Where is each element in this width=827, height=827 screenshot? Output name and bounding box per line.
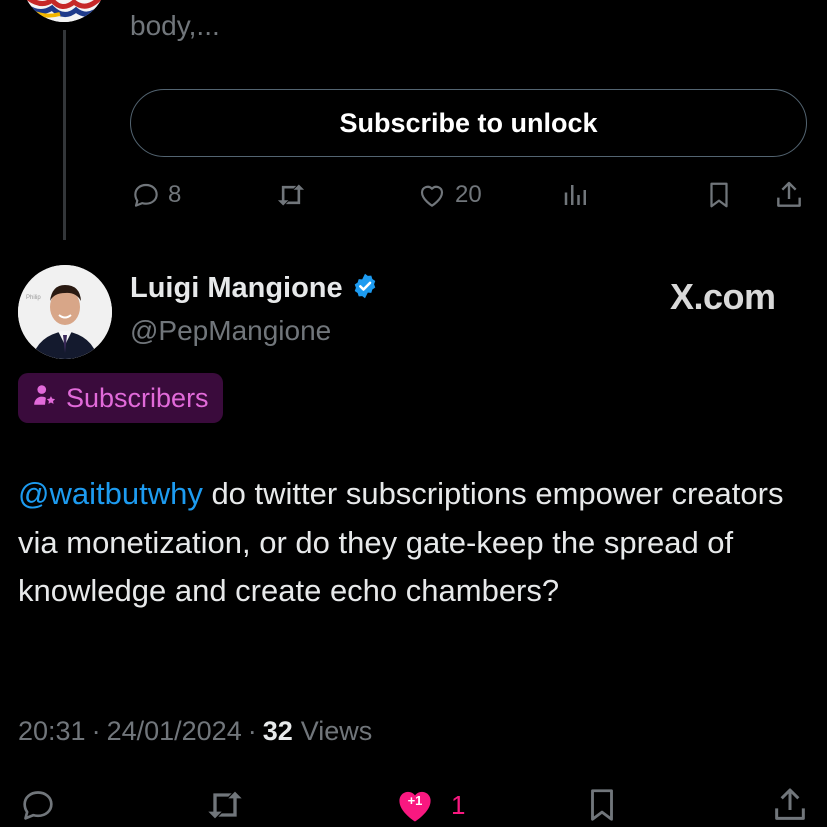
main-bookmark-button[interactable] bbox=[583, 785, 621, 825]
meta-separator: · bbox=[247, 716, 257, 746]
mention-link[interactable]: @waitbutwhy bbox=[18, 476, 203, 511]
like-count: 20 bbox=[455, 181, 482, 208]
bookmark-icon bbox=[583, 785, 621, 825]
main-reply-button[interactable] bbox=[18, 785, 58, 825]
share-icon bbox=[770, 785, 810, 825]
views-label: Views bbox=[300, 716, 373, 746]
previous-post-text: body,... bbox=[130, 10, 220, 41]
thread-connector-line bbox=[63, 30, 66, 240]
tweet-text: @waitbutwhy do twitter subscriptions emp… bbox=[18, 470, 808, 616]
like-plus-one: +1 bbox=[407, 793, 423, 808]
author-handle[interactable]: @PepMangione bbox=[130, 315, 331, 347]
retweet-icon bbox=[274, 179, 308, 211]
reply-button[interactable]: 8 bbox=[130, 179, 181, 211]
verified-badge-icon bbox=[351, 272, 379, 305]
main-retweet-button[interactable] bbox=[203, 785, 247, 825]
meta-separator: · bbox=[91, 716, 101, 746]
author-name-row: Luigi Mangione bbox=[130, 272, 379, 305]
previous-author-avatar[interactable] bbox=[22, 0, 106, 22]
author-avatar[interactable]: Philip bbox=[18, 265, 112, 359]
main-like-button[interactable]: +1 1 bbox=[393, 783, 465, 827]
x-com-watermark: X.com bbox=[670, 276, 776, 317]
retweet-icon bbox=[203, 785, 247, 825]
reply-icon bbox=[18, 785, 58, 825]
subscribers-icon bbox=[32, 382, 66, 415]
share-icon bbox=[773, 179, 805, 211]
subscribers-badge[interactable]: Subscribers bbox=[18, 373, 223, 423]
subscribers-label: Subscribers bbox=[66, 382, 209, 413]
main-share-button[interactable] bbox=[770, 785, 810, 825]
like-icon: +1 bbox=[393, 783, 437, 827]
views-icon bbox=[561, 179, 591, 211]
like-button[interactable]: 20 bbox=[415, 179, 482, 211]
svg-text:Philip: Philip bbox=[26, 295, 41, 301]
author-name[interactable]: Luigi Mangione bbox=[130, 272, 343, 305]
bookmark-button[interactable] bbox=[704, 179, 734, 211]
main-like-count: 1 bbox=[451, 789, 466, 820]
like-icon bbox=[415, 179, 449, 211]
retweet-button[interactable] bbox=[274, 179, 308, 211]
reply-count: 8 bbox=[168, 181, 182, 208]
tweet-time[interactable]: 20:31 bbox=[18, 716, 86, 747]
tweet-date[interactable]: 24/01/2024 bbox=[107, 716, 242, 747]
reply-icon bbox=[130, 179, 162, 211]
share-button[interactable] bbox=[773, 179, 805, 211]
views-button[interactable] bbox=[561, 179, 591, 211]
bookmark-icon bbox=[704, 179, 734, 211]
views-count[interactable]: 32 bbox=[263, 716, 293, 747]
subscribe-to-unlock-button[interactable]: Subscribe to unlock bbox=[130, 89, 807, 157]
tweet-metadata: 20:31 · 24/01/2024 · 32 Views bbox=[18, 716, 372, 747]
